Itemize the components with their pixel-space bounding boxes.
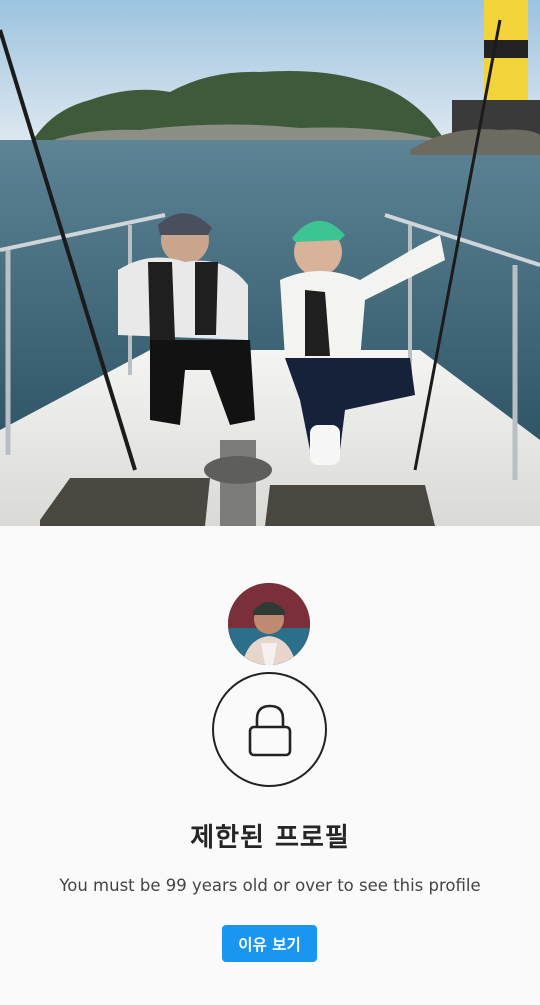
- cover-photo: [0, 0, 540, 526]
- view-reason-button[interactable]: 이유 보기: [222, 925, 317, 962]
- lock-icon: [248, 704, 291, 756]
- age-restriction-message: You must be 99 years old or over to see …: [59, 876, 481, 895]
- restricted-profile-page: 제한된 프로필 You must be 99 years old or over…: [0, 0, 540, 1005]
- restricted-profile-title: 제한된 프로필: [190, 823, 350, 853]
- profile-avatar[interactable]: [228, 583, 310, 665]
- lock-icon-circle: [212, 672, 327, 787]
